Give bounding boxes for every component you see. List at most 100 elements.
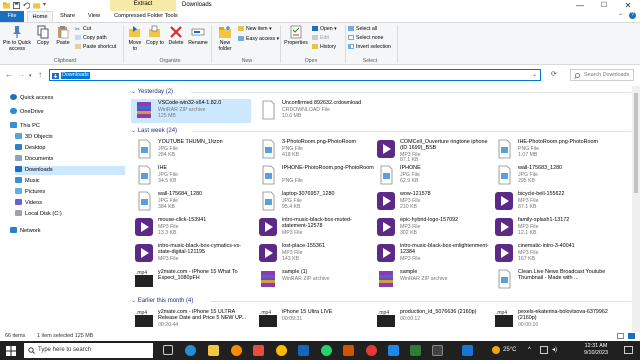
file-item[interactable]: intro-music-black-box-muted-statement-12… bbox=[255, 216, 375, 240]
file-item[interactable]: 3-PhotoRoom.png-PhotoRoom PNG File 418 K… bbox=[255, 138, 375, 162]
file-item[interactable]: epic-hybrid-logo-157092 MP3 File 302 KB bbox=[373, 216, 493, 240]
nav-quick-access[interactable]: Quick access bbox=[10, 94, 120, 103]
app-icon[interactable] bbox=[432, 345, 443, 356]
file-item[interactable]: IPHONE-PhotoRoom.png-PhotoRoom PNG File bbox=[255, 164, 375, 188]
file-item[interactable]: intro-music-black-box-enlightenment-1238… bbox=[373, 242, 493, 266]
vlc-icon[interactable] bbox=[231, 345, 242, 356]
edge-icon[interactable] bbox=[185, 345, 196, 356]
tab-share[interactable]: Share bbox=[57, 11, 78, 22]
nav-onedrive[interactable]: OneDrive bbox=[10, 108, 120, 117]
file-item[interactable]: .mp4 y2mate.com - iPhone 15 ULTRA Releas… bbox=[131, 308, 251, 332]
invert-selection-button[interactable]: Invert selection bbox=[348, 44, 391, 51]
group-header-earlier-this-month[interactable]: ⌄ Earlier this month (4) bbox=[131, 297, 631, 304]
file-item[interactable]: wall-175684_1280 JPG File 384 KB bbox=[131, 190, 251, 214]
app-icon[interactable] bbox=[410, 345, 421, 356]
weather-temp[interactable]: 25°C bbox=[503, 345, 516, 356]
file-item[interactable]: YOUTUBE THUMN_1Itzon JPG File 284 KB bbox=[131, 138, 251, 162]
network-icon[interactable] bbox=[540, 346, 548, 354]
save-icon[interactable] bbox=[13, 2, 20, 9]
file-item[interactable]: cinematic-intro-3-40041 MP3 File 167 KB bbox=[491, 242, 611, 266]
nav-documents[interactable]: Documents bbox=[15, 155, 120, 164]
close-button[interactable]: ✕ bbox=[616, 0, 640, 11]
volume-icon[interactable]: ◂) bbox=[552, 345, 557, 356]
up-arrow-icon[interactable]: ↑ bbox=[38, 70, 42, 79]
rename-button[interactable]: Rename bbox=[187, 25, 209, 46]
address-dropdown-icon[interactable]: ⌄ bbox=[532, 71, 537, 78]
undo-icon[interactable] bbox=[23, 2, 30, 9]
nav-local-disk[interactable]: Local Disk (C:) bbox=[15, 210, 120, 219]
file-item[interactable]: .mp4 iPhone 15 Ultra LIVE 00:09:31 bbox=[255, 308, 375, 332]
file-item[interactable]: Unconfirmed 892632.crdownload CRDOWNLOAD… bbox=[255, 99, 375, 123]
weather-icon[interactable] bbox=[492, 346, 500, 354]
back-arrow-icon[interactable]: ← bbox=[5, 70, 13, 79]
file-item[interactable]: .mp4 pexels-ekaterina-bolovtsova-6379962… bbox=[491, 308, 611, 332]
windows-start-icon[interactable] bbox=[6, 346, 16, 356]
forward-arrow-icon[interactable]: → bbox=[17, 70, 25, 79]
file-item[interactable]: wall-175683_1280 JPG File 295 KB bbox=[491, 164, 611, 188]
app-icon[interactable] bbox=[388, 345, 399, 356]
maximize-button[interactable]: ☐ bbox=[592, 0, 616, 11]
minimize-button[interactable]: — bbox=[568, 0, 592, 11]
address-field[interactable]: Downloads ⌄ bbox=[49, 69, 541, 81]
app-icon[interactable] bbox=[366, 345, 377, 356]
address-path-text[interactable]: Downloads bbox=[61, 72, 90, 79]
file-item[interactable]: .mp4 y2mate.com - iPhone 15 What To Expe… bbox=[131, 268, 251, 292]
tab-file[interactable]: File bbox=[0, 11, 24, 22]
app-icon[interactable] bbox=[462, 345, 473, 356]
file-item[interactable]: wow-121578 MP3 File 210 KB bbox=[373, 190, 493, 214]
nav-network[interactable]: Network bbox=[10, 227, 120, 236]
paste-shortcut-button[interactable]: Paste shortcut bbox=[75, 44, 116, 51]
extract-context-tab[interactable]: Extract bbox=[110, 0, 176, 11]
vertical-scrollbar[interactable] bbox=[632, 86, 640, 332]
copy-path-button[interactable]: Copy path bbox=[75, 35, 107, 42]
file-explorer-icon[interactable] bbox=[208, 345, 219, 356]
task-view-icon[interactable] bbox=[163, 345, 173, 355]
delete-button[interactable]: Delete bbox=[167, 25, 185, 46]
file-item[interactable]: IHE JPG File 34.5 KB bbox=[131, 164, 251, 188]
file-item[interactable]: IHE-PhotoRoom.png-PhotoRoom PNG File 1.0… bbox=[491, 138, 611, 162]
file-item[interactable]: IPHONE JPG File 62.9 KB bbox=[373, 164, 493, 188]
move-to-button[interactable]: Move to bbox=[126, 25, 144, 52]
select-all-button[interactable]: Select all bbox=[348, 26, 377, 33]
new-folder-button[interactable]: New folder bbox=[214, 25, 236, 52]
nav-pictures[interactable]: Pictures bbox=[15, 188, 120, 197]
taskbar-search-input[interactable]: Type here to search bbox=[24, 343, 153, 358]
file-item[interactable]: laptop-3076957_1280 JPG File 95.4 KB bbox=[255, 190, 375, 214]
ribbon-collapse-icon[interactable]: ⌃ bbox=[618, 13, 623, 20]
paste-button[interactable]: Paste bbox=[54, 25, 72, 46]
file-item[interactable]: intro-music-black-box-cymatics-vs-state-… bbox=[131, 242, 251, 266]
file-item[interactable]: VSCode-win32-x64-1.82.0 WinRAR ZIP archi… bbox=[131, 99, 251, 123]
file-item[interactable]: family-splash1-13172 MP3 File 12.1 KB bbox=[491, 216, 611, 240]
whatsapp-icon[interactable] bbox=[321, 345, 332, 356]
copy-to-button[interactable]: Copy to bbox=[146, 25, 164, 46]
clock-date[interactable]: 9/10/2023 bbox=[576, 350, 616, 357]
file-item[interactable]: sample (1) WinRAR ZIP archive bbox=[255, 268, 375, 292]
nav-music[interactable]: Music bbox=[15, 177, 120, 186]
nav-downloads[interactable]: Downloads bbox=[15, 166, 125, 175]
details-view-icon[interactable] bbox=[617, 333, 624, 339]
cut-button[interactable]: ✂ Cut bbox=[75, 26, 91, 33]
nav-desktop[interactable]: Desktop bbox=[15, 144, 120, 153]
file-item[interactable]: sample WinRAR ZIP archive bbox=[373, 268, 493, 292]
chrome-icon[interactable] bbox=[276, 345, 287, 356]
app-icon[interactable] bbox=[298, 345, 309, 356]
copy-button[interactable]: Copy bbox=[34, 25, 52, 46]
tab-compressed-folder-tools[interactable]: Compressed Folder Tools bbox=[111, 11, 181, 22]
app-icon[interactable] bbox=[253, 345, 264, 356]
nav-this-pc[interactable]: This PC bbox=[10, 122, 120, 131]
file-item[interactable]: lost-place-155361 MP3 File 143 KB bbox=[255, 242, 375, 266]
file-item[interactable]: COMCell_Ouverture ringtone iphone (ID 16… bbox=[373, 138, 493, 163]
tray-chevron-icon[interactable]: ^ bbox=[528, 345, 531, 356]
file-item[interactable]: .mp4 production_id_5076636 (2160p) 00:00… bbox=[373, 308, 493, 332]
refresh-icon[interactable]: ⟳ bbox=[551, 70, 557, 79]
app-icon[interactable] bbox=[343, 345, 354, 356]
tab-home[interactable]: Home bbox=[27, 11, 53, 22]
nav-videos[interactable]: Videos bbox=[15, 199, 120, 208]
qat-dropdown-icon[interactable]: ▾ bbox=[43, 1, 46, 8]
scrollbar-thumb[interactable] bbox=[634, 93, 638, 193]
new-item-button[interactable]: New item ▾ bbox=[238, 26, 272, 33]
file-item[interactable]: Clean.Live News Broadcast Youtube Thumbn… bbox=[491, 268, 611, 292]
notification-icon[interactable] bbox=[624, 346, 633, 354]
recent-dropdown-icon[interactable]: ▾ bbox=[29, 72, 32, 81]
history-button[interactable]: History bbox=[312, 44, 336, 51]
